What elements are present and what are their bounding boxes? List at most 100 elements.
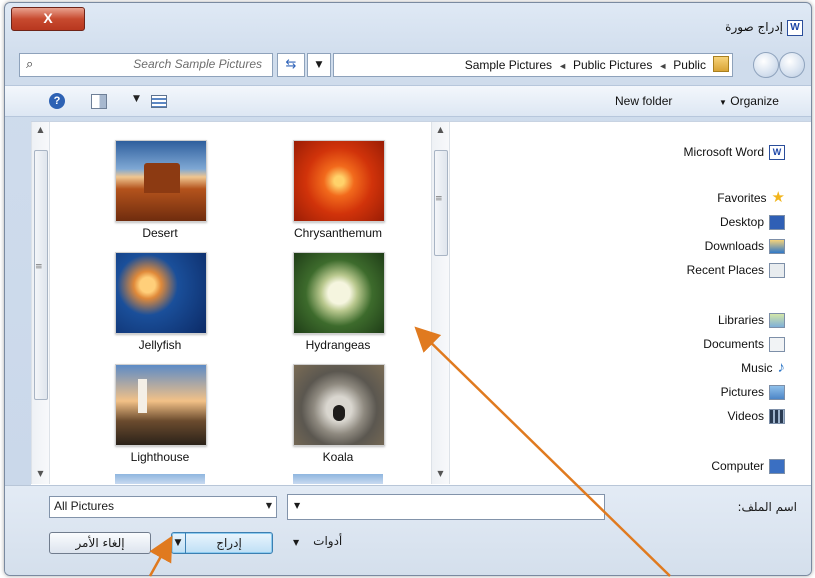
title-bar: X W إدراج صورة bbox=[5, 3, 811, 43]
address-dropdown-button[interactable]: ▼ bbox=[307, 53, 331, 77]
nav-label: Favorites bbox=[717, 191, 767, 205]
chevron-down-icon: ▼ bbox=[293, 538, 300, 547]
videos-icon bbox=[769, 409, 785, 425]
file-label[interactable]: Desert bbox=[85, 226, 235, 240]
views-icon[interactable] bbox=[151, 95, 167, 108]
search-box[interactable]: ⌕ Search Sample Pictures bbox=[19, 53, 273, 77]
nav-item-favorites[interactable]: Favorites ★ bbox=[684, 186, 785, 210]
nav-item-pictures[interactable]: Pictures bbox=[684, 380, 785, 404]
insert-picture-dialog: X W إدراج صورة ⌕ Search Sample Pictures … bbox=[4, 2, 812, 576]
nav-label: Videos bbox=[727, 409, 764, 423]
chevron-down-icon: ▼ bbox=[174, 538, 182, 548]
insert-options-dropdown[interactable]: ▼ bbox=[171, 533, 186, 553]
search-placeholder: Search Sample Pictures bbox=[133, 57, 262, 71]
documents-icon bbox=[769, 337, 785, 353]
nav-pane-scrollbar[interactable]: ▲ ≡ ▼ bbox=[431, 122, 450, 484]
preview-pane-icon[interactable] bbox=[91, 94, 107, 109]
chevron-down-icon: ▼ bbox=[719, 98, 727, 107]
organize-label: Organize bbox=[730, 94, 779, 108]
address-bar[interactable]: Sample Pictures◄Public Pictures◄Public » bbox=[333, 53, 733, 77]
lighthouse-tower bbox=[138, 379, 147, 413]
nav-item-videos[interactable]: Videos bbox=[684, 404, 785, 428]
thumbnail-desert[interactable] bbox=[115, 140, 207, 222]
chevron-down-icon: ▼ bbox=[265, 501, 272, 510]
forward-button[interactable] bbox=[753, 52, 779, 78]
music-icon: ♪ bbox=[777, 359, 786, 376]
nav-label: Music bbox=[741, 361, 773, 375]
refresh-icon: ⇆ bbox=[285, 57, 297, 72]
scroll-up-arrow[interactable]: ▲ bbox=[432, 122, 449, 138]
thumbnail-partial[interactable] bbox=[115, 474, 205, 484]
breadcrumb-item[interactable]: Public Pictures bbox=[573, 58, 652, 72]
thumbnail-jellyfish[interactable] bbox=[115, 252, 207, 334]
window-title: إدراج صورة bbox=[725, 20, 783, 34]
thumbnail-koala[interactable] bbox=[293, 364, 385, 446]
navigation-pane: Microsoft Word W Favorites ★ Desktop Downl… bbox=[684, 140, 785, 478]
nav-item-computer[interactable]: Computer bbox=[684, 454, 785, 478]
star-icon: ★ bbox=[771, 189, 785, 206]
koala-nose bbox=[333, 405, 345, 421]
nav-item-documents[interactable]: Documents bbox=[684, 332, 785, 356]
filename-combobox[interactable]: ▼ bbox=[287, 494, 605, 520]
breadcrumb-item[interactable]: Sample Pictures bbox=[465, 58, 552, 72]
tools-label: أدوات bbox=[313, 534, 343, 548]
cancel-button[interactable]: إلغاء الأمر bbox=[49, 532, 151, 554]
breadcrumb-item[interactable]: Public bbox=[673, 58, 706, 72]
nav-label: Downloads bbox=[704, 239, 764, 253]
chevron-down-icon[interactable]: ▼ bbox=[294, 501, 300, 510]
nav-item-microsoft-word[interactable]: Microsoft Word W bbox=[684, 140, 785, 164]
file-label[interactable]: Koala bbox=[263, 450, 413, 464]
computer-icon bbox=[769, 459, 785, 475]
desktop-icon bbox=[769, 215, 785, 231]
chevron-down-icon: ▼ bbox=[315, 60, 323, 70]
thumbnail-hydrangeas[interactable] bbox=[293, 252, 385, 334]
file-type-value: All Pictures bbox=[54, 499, 115, 513]
filename-label: اسم الملف: bbox=[737, 500, 797, 514]
breadcrumb-separator-icon: ◄ bbox=[558, 61, 567, 71]
file-label[interactable]: Lighthouse bbox=[85, 450, 235, 464]
libraries-icon bbox=[769, 313, 785, 329]
back-button[interactable] bbox=[779, 52, 805, 78]
breadcrumb: Sample Pictures◄Public Pictures◄Public » bbox=[465, 58, 722, 72]
file-list-scrollbar[interactable]: ▲ ≡ ▼ bbox=[31, 122, 50, 484]
folder-icon bbox=[713, 56, 729, 72]
mesa-shape bbox=[144, 163, 180, 193]
command-toolbar: ? ▼ New folder ▼ Organize bbox=[5, 85, 811, 117]
nav-item-recent-places[interactable]: Recent Places bbox=[684, 258, 785, 282]
insert-button[interactable]: إدراج bbox=[171, 532, 273, 554]
nav-label: Libraries bbox=[717, 313, 764, 327]
nav-label: Desktop bbox=[719, 215, 764, 229]
nav-item-libraries[interactable]: Libraries bbox=[684, 308, 785, 332]
file-label[interactable]: Jellyfish bbox=[85, 338, 235, 352]
nav-label: Recent Places bbox=[686, 263, 764, 277]
new-folder-button[interactable]: New folder bbox=[615, 94, 672, 108]
word-icon: W bbox=[769, 145, 785, 161]
thumbnail-lighthouse[interactable] bbox=[115, 364, 207, 446]
file-label[interactable]: Hydrangeas bbox=[263, 338, 413, 352]
file-type-select[interactable]: All Pictures ▼ bbox=[49, 496, 277, 518]
thumbnail-chrysanthemum[interactable] bbox=[293, 140, 385, 222]
downloads-icon bbox=[769, 239, 785, 255]
organize-button[interactable]: ▼ Organize bbox=[719, 94, 779, 108]
nav-label: Pictures bbox=[720, 385, 764, 399]
chevron-down-icon[interactable]: ▼ bbox=[133, 94, 140, 104]
nav-item-desktop[interactable]: Desktop bbox=[684, 210, 785, 234]
scroll-down-arrow[interactable]: ▼ bbox=[432, 466, 449, 482]
search-icon: ⌕ bbox=[26, 57, 34, 72]
pictures-icon bbox=[769, 385, 785, 401]
nav-item-downloads[interactable]: Downloads bbox=[684, 234, 785, 258]
scroll-down-arrow[interactable]: ▼ bbox=[32, 466, 49, 482]
thumbnail-partial[interactable] bbox=[293, 474, 383, 484]
nav-item-music[interactable]: Music ♪ bbox=[684, 356, 785, 380]
tools-menu-button[interactable]: ▼ أدوات bbox=[293, 534, 342, 548]
refresh-button[interactable]: ⇆ bbox=[277, 53, 305, 77]
insert-label: إدراج bbox=[216, 536, 242, 550]
file-label[interactable]: Chrysanthemum bbox=[263, 226, 413, 240]
scrollbar-thumb[interactable] bbox=[34, 150, 48, 400]
scroll-up-arrow[interactable]: ▲ bbox=[32, 122, 49, 138]
nav-label: Computer bbox=[711, 459, 764, 473]
help-icon[interactable]: ? bbox=[49, 93, 65, 109]
scrollbar-grip-icon: ≡ bbox=[435, 194, 443, 204]
scrollbar-grip-icon: ≡ bbox=[35, 262, 43, 272]
close-button[interactable]: X bbox=[11, 7, 85, 31]
